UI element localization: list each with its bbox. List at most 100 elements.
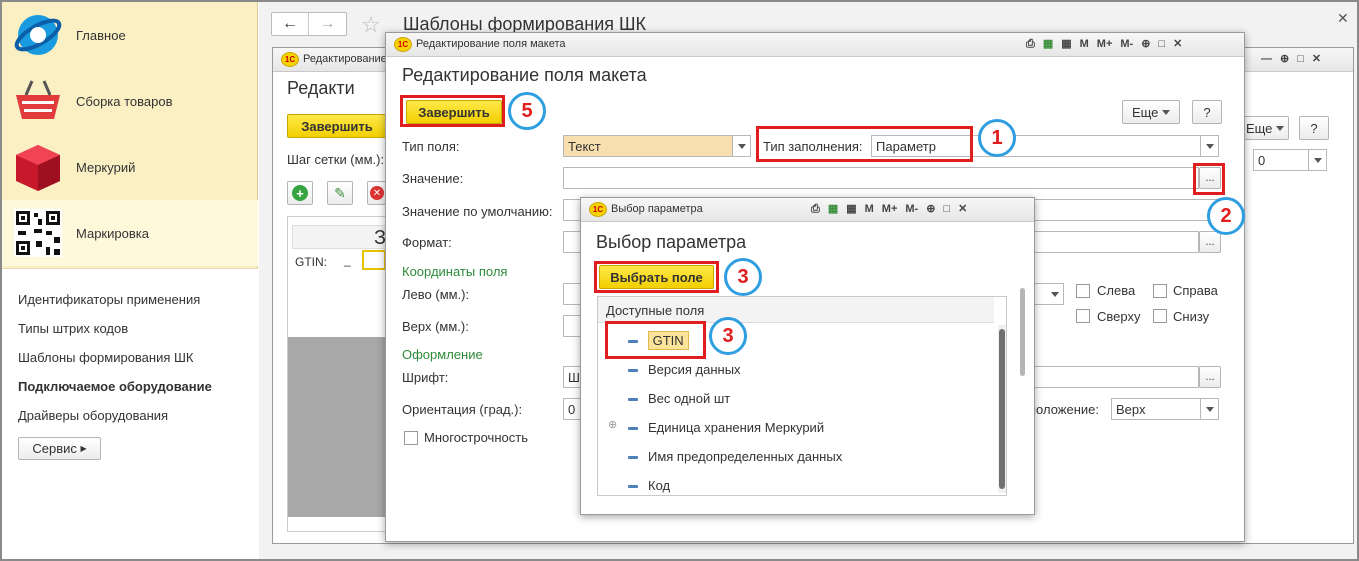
minus-icon[interactable]: —	[1261, 53, 1272, 65]
bg-help-button[interactable]: ?	[1299, 116, 1329, 140]
multiline-checkbox[interactable]	[404, 431, 418, 445]
position-dropdown[interactable]	[1201, 398, 1219, 420]
param-select-dialog: 1С Выбор параметра ⎙ ▦ ▦ M M+ M- ⊕ □ ✕ Выбор пар…	[580, 197, 1035, 515]
tree-item[interactable]: Вес одной шт	[628, 391, 730, 406]
tree-item-label: Код	[648, 478, 671, 493]
memory-icon[interactable]: M	[865, 203, 874, 215]
maximize-icon[interactable]: □	[943, 203, 950, 215]
tree-item-label: Вес одной шт	[648, 391, 731, 406]
value-input[interactable]	[563, 167, 1199, 189]
sidebar-section-assembly[interactable]: Сборка товаров	[2, 68, 258, 134]
finish-label: Завершить	[418, 104, 490, 120]
edit-button[interactable]: ✎	[327, 181, 353, 205]
tree-item-gtin[interactable]: GTIN	[628, 331, 689, 350]
memory-minus-icon[interactable]: M-	[905, 203, 918, 215]
chevron-down-icon	[1162, 109, 1171, 115]
font-select-button[interactable]: ...	[1199, 366, 1221, 388]
service-label: Сервис	[32, 441, 77, 456]
top-checkbox[interactable]	[1076, 309, 1090, 323]
tree-item[interactable]: Код	[628, 478, 670, 493]
memory-plus-icon[interactable]: M+	[882, 203, 898, 215]
more-button[interactable]: Еще	[1122, 100, 1180, 124]
ellipsis-icon: ...	[1205, 236, 1215, 248]
back-arrow-icon[interactable]: ←	[272, 13, 309, 35]
bg-more-button[interactable]: Еще	[1241, 116, 1289, 140]
grid-step-dropdown[interactable]	[1309, 149, 1327, 171]
select-field-button[interactable]: Выбрать поле	[599, 265, 714, 289]
help-button[interactable]: ?	[1192, 100, 1222, 124]
table-icon[interactable]: ▦	[828, 202, 838, 215]
nav-buttons: ← →	[271, 12, 347, 36]
link-equipment-drivers[interactable]: Драйверы оборудования	[18, 408, 168, 423]
service-button[interactable]: Сервис ▶	[18, 437, 101, 460]
fill-type-dropdown[interactable]	[1201, 135, 1219, 157]
preview-canvas	[288, 337, 386, 517]
sidebar-section-mercury[interactable]: Меркурий	[2, 134, 258, 200]
expand-plus-icon[interactable]: ⊕	[608, 418, 617, 431]
maximize-icon[interactable]: □	[1158, 38, 1165, 50]
star-icon[interactable]: ☆	[361, 12, 381, 38]
grid-step-input[interactable]: 0	[1253, 149, 1309, 171]
maximize-icon[interactable]: □	[1297, 53, 1304, 65]
close-icon[interactable]: ✕	[1312, 52, 1321, 65]
zoom-icon[interactable]: ⊕	[926, 202, 935, 215]
add-button[interactable]: +	[287, 181, 313, 205]
link-connected-equipment[interactable]: Подключаемое оборудование	[18, 379, 212, 394]
print-icon[interactable]: ⎙	[811, 203, 820, 216]
close-icon[interactable]: ✕	[958, 202, 967, 215]
left-checkbox[interactable]	[1076, 284, 1090, 298]
delete-icon: ✕	[370, 186, 384, 200]
memory-plus-icon[interactable]: M+	[1097, 38, 1113, 50]
position-input[interactable]: Верх	[1111, 398, 1201, 420]
tree-item[interactable]: Версия данных	[628, 362, 741, 377]
format-select-button[interactable]: ...	[1199, 231, 1221, 253]
zoom-icon[interactable]: ⊕	[1280, 52, 1289, 65]
link-application-identifiers[interactable]: Идентификаторы применения	[18, 292, 200, 307]
fill-type-input[interactable]: Параметр	[871, 135, 1201, 157]
link-barcode-types[interactable]: Типы штрих кодов	[18, 321, 128, 336]
tree-item[interactable]: Единица хранения Меркурий	[628, 420, 824, 435]
calendar-icon[interactable]: ▦	[1061, 37, 1071, 50]
dialog-scrollbar-thumb[interactable]	[1020, 288, 1025, 376]
fill-type-label: Тип заполнения:	[763, 139, 863, 154]
link-barcode-templates[interactable]: Шаблоны формирования ШК	[18, 350, 194, 365]
sidebar-section-marking[interactable]: Маркировка	[2, 200, 258, 266]
tree-item-label: GTIN	[647, 331, 689, 350]
dialog-scrollbar[interactable]	[1019, 276, 1027, 476]
tree-item-label: Единица хранения Меркурий	[648, 420, 825, 435]
memory-minus-icon[interactable]: M-	[1120, 38, 1133, 50]
position-mode-dropdown[interactable]	[1046, 283, 1064, 305]
close-icon[interactable]: ✕	[1173, 37, 1182, 50]
tree-item-label: Версия данных	[648, 362, 741, 377]
1c-logo-icon: 1С	[394, 37, 412, 52]
top-checkbox-label: Сверху	[1097, 309, 1141, 324]
close-icon[interactable]: ✕	[1337, 10, 1349, 27]
bg-finish-label: Завершить	[301, 118, 373, 134]
finish-button[interactable]: Завершить	[406, 100, 502, 124]
gtin-selected-field[interactable]	[362, 250, 386, 270]
tree-scrollbar-thumb[interactable]	[999, 329, 1005, 489]
edit-dialog-heading: Редактирование поля макета	[402, 65, 647, 85]
print-icon[interactable]: ⎙	[1026, 38, 1035, 51]
memory-icon[interactable]: M	[1080, 38, 1089, 50]
tree-scrollbar[interactable]	[998, 325, 1006, 493]
field-type-input[interactable]: Текст	[563, 135, 733, 157]
forward-arrow-icon[interactable]: →	[309, 13, 346, 35]
sidebar-section-main[interactable]: Главное	[2, 2, 258, 68]
right-checkbox[interactable]	[1153, 284, 1167, 298]
bg-finish-button[interactable]: Завершить	[287, 114, 387, 138]
table-icon[interactable]: ▦	[1043, 37, 1053, 50]
tree-item[interactable]: Имя предопределенных данных	[628, 449, 842, 464]
bottom-checkbox[interactable]	[1153, 309, 1167, 323]
zoom-icon[interactable]: ⊕	[1141, 37, 1150, 50]
delete-button[interactable]: ✕	[367, 181, 387, 205]
design-group-label: Оформление	[402, 347, 483, 362]
field-type-dropdown[interactable]	[733, 135, 751, 157]
left-mm-label: Лево (мм.):	[402, 287, 470, 302]
bg-more-label: Еще	[1245, 120, 1273, 136]
value-select-button[interactable]: ...	[1199, 167, 1221, 189]
calendar-icon[interactable]: ▦	[846, 202, 856, 215]
bg-form-window-controls: — ⊕ □ ✕	[1253, 52, 1321, 65]
tree-header: Доступные поля	[598, 297, 994, 323]
param-dialog-title: Выбор параметра	[611, 203, 703, 215]
